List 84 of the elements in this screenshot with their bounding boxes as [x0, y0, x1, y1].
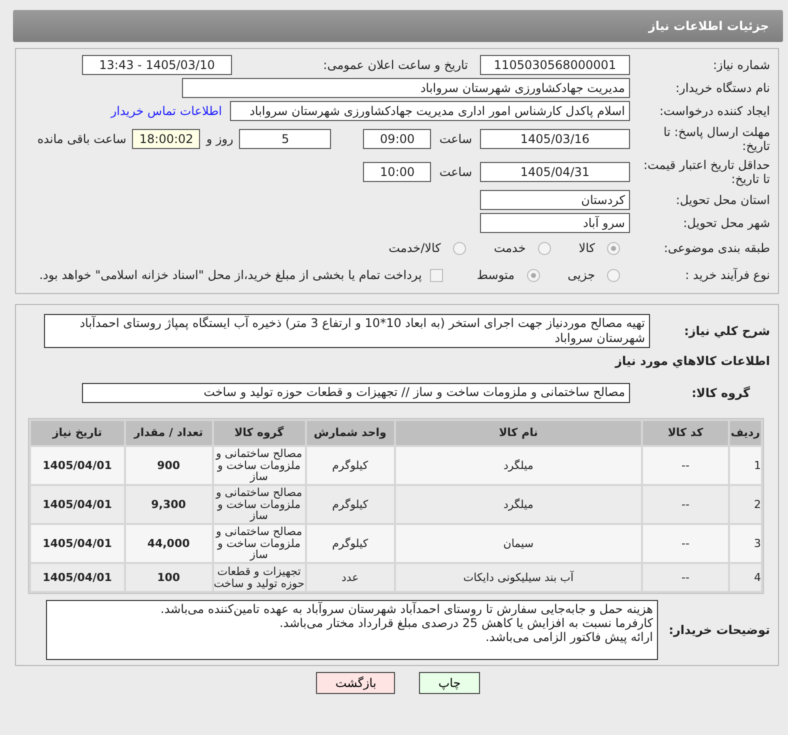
- days-field[interactable]: 5: [239, 129, 332, 149]
- table-cell: 2: [730, 486, 761, 523]
- field-label: توضیحات خریدار:: [668, 622, 770, 638]
- remaining-time-field[interactable]: 18:00:02: [132, 129, 200, 149]
- table-cell: 1405/04/01: [31, 525, 124, 562]
- table-cell: آب بند سیلیکونی دایکات: [396, 564, 642, 591]
- table-cell: میلگرد: [396, 486, 642, 523]
- field-label: ساعت: [439, 164, 472, 181]
- time-field[interactable]: 09:00: [363, 129, 432, 149]
- table-cell: کیلوگرم: [306, 447, 394, 484]
- table-cell: سیمان: [396, 525, 642, 562]
- column-header: کد کالا: [643, 421, 728, 445]
- table-cell: مصالح ساختمانی و ملزومات ساخت و ساز: [214, 447, 305, 484]
- radio-button[interactable]: [526, 268, 540, 282]
- field-label: روز و: [206, 131, 234, 148]
- requester-field[interactable]: اسلام پاکدل کارشناس امور اداری مدیریت جهادکشاورزی شهرستان سرواباد: [230, 101, 630, 121]
- table-cell: 1405/04/01: [31, 447, 124, 484]
- announce-date-field[interactable]: 1405/03/10 - 13:43: [82, 55, 232, 75]
- checkbox-label: پرداخت تمام یا بخشی از مبلغ خرید،از محل "اسناد خزانه اسلامی" خواهد بود.: [39, 267, 422, 284]
- table-cell: 1405/04/01: [31, 564, 124, 591]
- date-field[interactable]: 1405/03/16: [480, 129, 630, 149]
- field-label: مهلت ارسال پاسخ: تا تاریخ:: [662, 124, 770, 154]
- table-cell: --: [643, 486, 728, 523]
- radio-label: کالا/خدمت: [388, 240, 441, 257]
- radio-button[interactable]: [607, 242, 620, 254]
- field-label: تاریخ و ساعت اعلان عمومی:: [322, 57, 468, 74]
- field-label: شهر محل تحویل:: [682, 216, 770, 230]
- radio-label: جزیی: [568, 267, 595, 284]
- table-cell: --: [643, 525, 728, 562]
- table-cell: 1: [730, 447, 761, 484]
- table-cell: کیلوگرم: [306, 525, 394, 562]
- date-field[interactable]: 1405/04/31: [480, 162, 630, 182]
- description-field[interactable]: تهیه مصالح موردنیاز جهت اجرای استخر (به ابعاد 10*10 و ارتفاع 3 متر) ذخیره آب ایستگاه پمپاژ روستای احمدآباد شهرستان سرواباد: [44, 314, 650, 348]
- field-label: ایجاد کننده درخواست:: [658, 104, 770, 118]
- checkbox[interactable]: [430, 268, 443, 282]
- city-field[interactable]: سرو آباد: [480, 213, 630, 233]
- table-cell: میلگرد: [396, 447, 642, 484]
- buyer-org-field[interactable]: مدیریت جهادکشاورزی شهرستان سرواباد: [182, 78, 630, 98]
- column-header: نام کالا: [396, 421, 642, 445]
- table-cell: مصالح ساختمانی و ملزومات ساخت و ساز: [214, 486, 305, 523]
- goods-group-field[interactable]: مصالح ساختمانی و ملزومات ساخت و ساز // تجهیزات و قطعات حوزه تولید و ساخت: [82, 383, 630, 403]
- field-label: طبقه بندی موضوعی:: [662, 240, 770, 256]
- column-header: ردیف: [730, 421, 761, 445]
- table-cell: تجهیزات و قطعات حوزه تولید و ساخت: [214, 564, 305, 591]
- table-cell: عدد: [306, 564, 394, 591]
- table-cell: 9,300: [126, 486, 212, 523]
- section-title: اطلاعات کالاهاي مورد نياز: [614, 353, 770, 370]
- radio-button[interactable]: [607, 268, 620, 282]
- radio-button[interactable]: [538, 242, 551, 254]
- radio-label: خدمت: [494, 240, 526, 257]
- field-label: ساعت: [439, 131, 472, 148]
- contact-link[interactable]: اطلاعات تماس خریدار: [110, 102, 222, 120]
- province-field[interactable]: کردستان: [480, 190, 630, 210]
- field-label: استان محل تحویل:: [674, 192, 770, 208]
- column-header: تاریخ نیاز: [31, 421, 124, 445]
- field-label: ساعت باقی مانده: [37, 131, 126, 148]
- need-number-field[interactable]: 1105030568000001: [480, 55, 630, 75]
- table-cell: 900: [126, 447, 212, 484]
- table-cell: --: [643, 564, 728, 591]
- table-cell: 1405/04/01: [31, 486, 124, 523]
- table-cell: 44,000: [126, 525, 212, 562]
- column-header: گروه کالا: [214, 421, 305, 445]
- field-label: حداقل تاریخ اعتبار قیمت: تا تاریخ:: [642, 158, 770, 186]
- field-label: نوع فرآیند خرید :: [684, 268, 770, 282]
- column-header: تعداد / مقدار: [126, 421, 212, 445]
- field-label: شرح کلي نياز:: [683, 324, 770, 338]
- print-button[interactable]: چاپ: [419, 672, 480, 694]
- radio-button[interactable]: [452, 242, 466, 254]
- table-cell: 3: [730, 525, 761, 562]
- time-field[interactable]: 10:00: [363, 162, 432, 182]
- field-label: نام دستگاه خریدار:: [674, 80, 770, 96]
- table-cell: --: [643, 447, 728, 484]
- field-label: شماره نیاز:: [712, 58, 770, 72]
- back-button[interactable]: بازگشت: [316, 672, 396, 694]
- table-cell: کیلوگرم: [306, 486, 394, 523]
- buyer-notes-field[interactable]: هزینه حمل و جابه‌جایی سفارش تا روستای احمدآباد شهرستان سروآباد به عهده تامین‌کننده می‌باشد. کارفرما نسبت به افزایش یا کاهش 25 درصدی مبلغ قرارداد مختار می‌باشد. ارائه پیش فاکتور الزامی می‌باشد.: [46, 600, 658, 660]
- radio-label: متوسط: [476, 267, 515, 284]
- table-cell: 100: [126, 564, 212, 591]
- column-header: واحد شمارش: [306, 421, 394, 445]
- field-label: گروه کالا:: [690, 386, 751, 400]
- page-header: جزئیات اطلاعات نیاز: [13, 10, 783, 42]
- radio-label: کالا: [578, 240, 595, 257]
- table-cell: مصالح ساختمانی و ملزومات ساخت و ساز: [214, 525, 305, 562]
- table-cell: 4: [730, 564, 761, 591]
